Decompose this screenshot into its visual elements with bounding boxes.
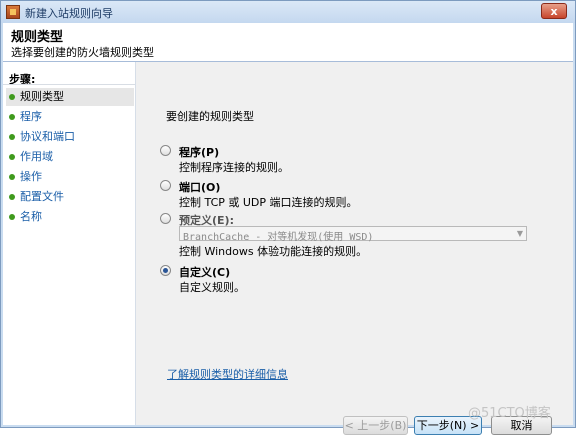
step-label: 规则类型 [20, 90, 64, 103]
step-bullet-icon [9, 154, 15, 160]
wizard-header: 规则类型 选择要创建的防火墙规则类型 [3, 23, 573, 61]
option-predefined-desc: 控制 Windows 体验功能连接的规则。 [179, 245, 368, 258]
step-scope[interactable]: 作用域 [6, 148, 134, 166]
option-program-label: 程序(P) [179, 146, 220, 159]
title-bar[interactable]: 新建入站规则向导 x [1, 1, 575, 23]
main-pane: 要创建的规则类型 程序(P) 控制程序连接的规则。 端口(O) 控制 TCP 或… [136, 62, 573, 435]
option-program-desc: 控制程序连接的规则。 [179, 161, 289, 174]
option-custom-label: 自定义(C) [179, 266, 231, 279]
step-action[interactable]: 操作 [6, 168, 134, 186]
window-title: 新建入站规则向导 [25, 7, 113, 20]
radio-program[interactable] [160, 145, 171, 156]
step-protocol-and-ports[interactable]: 协议和端口 [6, 128, 134, 146]
step-label: 程序 [20, 110, 42, 123]
step-profile[interactable]: 配置文件 [6, 188, 134, 206]
step-bullet-icon [9, 174, 15, 180]
page-title: 规则类型 [11, 30, 64, 45]
step-label: 配置文件 [20, 190, 64, 203]
option-port-label: 端口(O) [179, 181, 221, 194]
watermark-text: @51CTO博客 [468, 406, 551, 421]
step-program[interactable]: 程序 [6, 108, 134, 126]
back-button[interactable]: < 上一步(B) [343, 416, 408, 435]
close-button[interactable]: x [541, 3, 567, 19]
option-port-desc: 控制 TCP 或 UDP 端口连接的规则。 [179, 196, 358, 209]
radio-port[interactable] [160, 180, 171, 191]
rule-type-question: 要创建的规则类型 [166, 110, 254, 123]
step-bullet-icon [9, 94, 15, 100]
radio-predefined[interactable] [160, 213, 171, 224]
step-label: 作用域 [20, 150, 53, 163]
firewall-app-icon [6, 5, 20, 19]
step-bullet-icon [9, 214, 15, 220]
step-label: 操作 [20, 170, 42, 183]
predefined-select-value: BranchCache - 对等机发现(使用 WSD) [183, 232, 374, 243]
steps-pane: 步骤: 规则类型 程序 协议和端口 作用域 操作 配置文件 名称 [3, 62, 136, 425]
step-bullet-icon [9, 194, 15, 200]
radio-custom[interactable] [160, 265, 171, 276]
step-bullet-icon [9, 134, 15, 140]
predefined-select[interactable]: BranchCache - 对等机发现(使用 WSD) ▼ [179, 226, 527, 243]
wizard-client-area: 规则类型 选择要创建的防火墙规则类型 步骤: 规则类型 程序 协议和端口 作用域 [3, 23, 573, 435]
step-name[interactable]: 名称 [6, 208, 134, 226]
page-subtitle: 选择要创建的防火墙规则类型 [11, 46, 154, 59]
chevron-down-icon[interactable]: ▼ [517, 229, 523, 238]
step-rule-type[interactable]: 规则类型 [6, 88, 134, 106]
step-bullet-icon [9, 114, 15, 120]
steps-divider [3, 84, 135, 85]
option-custom-desc: 自定义规则。 [179, 281, 245, 294]
step-label: 名称 [20, 210, 42, 223]
learn-more-link[interactable]: 了解规则类型的详细信息 [167, 366, 288, 382]
step-label: 协议和端口 [20, 130, 75, 143]
wizard-window: 新建入站规则向导 x 规则类型 选择要创建的防火墙规则类型 步骤: 规则类型 程… [0, 0, 576, 435]
